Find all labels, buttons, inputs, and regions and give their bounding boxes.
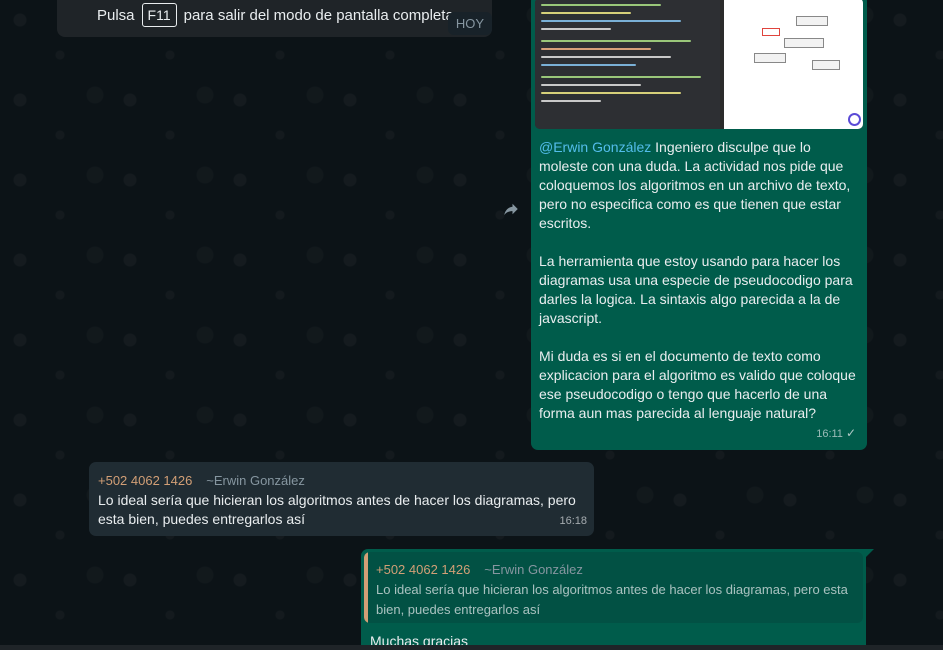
f11-key: F11 [141,3,177,27]
message-timestamp: 16:18 [559,515,587,527]
quote-accent-bar [364,552,368,623]
incoming-message[interactable]: +502 4062 1426 ~Erwin González Lo ideal … [89,462,594,536]
image-badge-icon [848,113,861,126]
sender-header: +502 4062 1426 ~Erwin González [98,471,305,490]
quoted-sender: +502 4062 1426 ~Erwin González [376,560,583,579]
screenshot-thumbnail[interactable] [535,0,863,129]
fullscreen-prefix: Pulsa [97,6,135,24]
quoted-message[interactable]: +502 4062 1426 ~Erwin González Lo ideal … [364,552,863,623]
time-text: 16:11 [816,428,843,440]
quoted-phone: +502 4062 1426 [376,562,471,577]
outgoing-reply-message[interactable]: +502 4062 1426 ~Erwin González Lo ideal … [361,549,866,650]
outgoing-message[interactable]: @Erwin González Ingeniero disculpe que l… [531,0,867,450]
fullscreen-instruction: Pulsa F11 para salir del modo de pantall… [97,3,454,27]
fullscreen-suffix: para salir del modo de pantalla completa [183,6,454,24]
date-chip: HOY [447,12,492,35]
forward-arrow-icon[interactable] [500,200,522,222]
message-paragraph-2: La herramienta que estoy usando para hac… [539,253,853,326]
sent-check-icon: ✓ [845,426,856,440]
message-body: Lo ideal sería que hicieran los algoritm… [98,492,576,527]
quoted-text: Lo ideal sería que hicieran los algoritm… [376,582,848,617]
sender-name: ~Erwin González [206,473,305,488]
mention-link[interactable]: @Erwin González [539,139,651,155]
sender-phone[interactable]: +502 4062 1426 [98,473,192,488]
bubble-tail [866,549,874,557]
message-timestamp: 16:11 ✓ [816,424,856,444]
code-editor-preview [535,0,720,129]
quoted-name: ~Erwin González [484,562,583,577]
message-body: @Erwin González Ingeniero disculpe que l… [539,138,861,423]
composer-edge [0,645,943,650]
fullscreen-exit-banner: Pulsa F11 para salir del modo de pantall… [57,0,492,37]
message-paragraph-3: Mi duda es si en el documento de texto c… [539,348,856,421]
flowchart-preview [724,0,863,129]
